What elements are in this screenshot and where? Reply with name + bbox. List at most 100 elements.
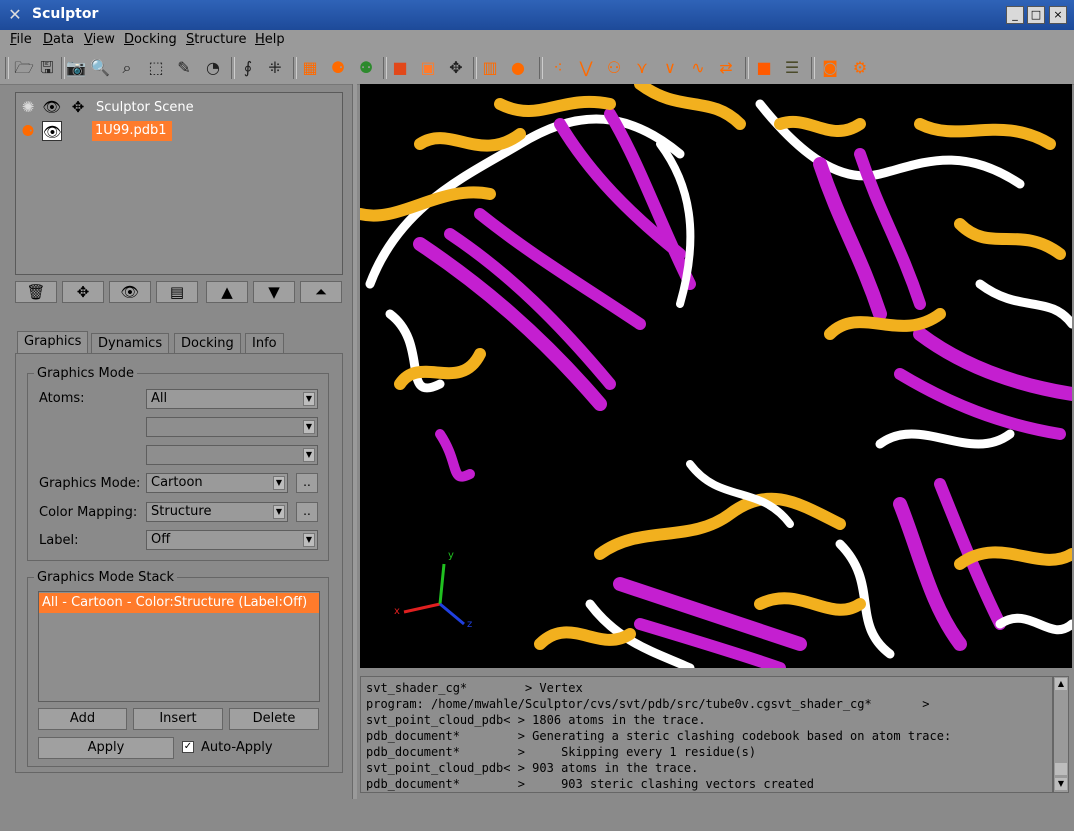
gear-icon[interactable]: ⚙ [849,57,871,79]
delete-node-button[interactable]: 🗑 [15,281,57,303]
graphics-mode-stack-list[interactable]: All - Cartoon - Color:Structure (Label:O… [38,591,320,702]
zoom-in-icon[interactable]: 🔍 [89,57,111,79]
toolbar-separator [383,57,387,79]
scene-spinner-icon[interactable]: ✺ [18,97,38,117]
wave-icon[interactable]: ∿ [687,57,709,79]
add-button[interactable]: Add [38,708,127,730]
atoms-value: All [151,391,168,406]
chevron-down-icon: ▼ [273,476,285,490]
move-icon[interactable]: ✥ [68,97,88,117]
box-icon[interactable]: ⬚ [145,57,167,79]
triangle-top-icon: ⏶ [314,283,327,301]
menu-data[interactable]: Data [43,32,74,47]
zoom-fit-icon[interactable]: ⌕ [116,57,138,79]
open-icon[interactable]: 🗁 [13,57,35,79]
extra-select-2[interactable]: ▼ [146,445,318,465]
splitter[interactable] [352,84,357,799]
list-item[interactable]: All - Cartoon - Color:Structure (Label:O… [39,593,319,613]
chevron-down-icon: ▼ [303,533,315,547]
cube-red-icon[interactable]: ■ [389,57,411,79]
scroll-thumb[interactable] [1055,763,1067,775]
tab-docking[interactable]: Docking [174,333,241,353]
scroll-up-icon[interactable]: ▲ [1055,678,1067,690]
clock-icon[interactable]: ◔ [202,57,224,79]
atoms-label: Atoms: [39,391,85,406]
tab-graphics[interactable]: Graphics [17,331,89,354]
eye-icon[interactable]: 👁 [42,121,62,141]
save-icon[interactable]: 🖫 [36,57,58,79]
atoms-select[interactable]: All ▼ [146,389,318,409]
label-select[interactable]: Off ▼ [146,530,318,550]
tree-icon[interactable]: ⋎ [631,57,653,79]
menu-help[interactable]: Help [255,32,285,47]
maximize-button[interactable]: □ [1027,6,1045,24]
menu-structure[interactable]: Structure [186,32,247,47]
sphere-icon[interactable]: ● [507,57,529,79]
graphics-mode-select[interactable]: Cartoon ▼ [146,473,288,493]
grid-icon[interactable]: ⁜ [264,57,286,79]
move-icon[interactable]: ✥ [445,57,467,79]
tree-node-1u99[interactable]: 1U99.pdb1 [92,121,172,141]
toolbar-separator [5,57,9,79]
3d-viewport[interactable]: x y z [360,84,1072,668]
molecule-icon[interactable]: ⚈ [327,57,349,79]
points-icon[interactable]: ⁖ [547,57,569,79]
console-line: svt_shader_cg* > Vertex [366,681,583,695]
scroll-down-icon[interactable]: ▼ [1055,778,1067,790]
vbar-icon[interactable]: ∨ [659,57,681,79]
move-node-button[interactable]: ✥ [62,281,104,303]
extra-select-1[interactable]: ▼ [146,417,318,437]
molecule-icon[interactable]: ⚈ [18,121,38,141]
delete-button[interactable]: Delete [229,708,319,730]
axis-z-label: z [467,619,473,630]
graphics-mode-options-button[interactable]: .. [296,473,318,493]
beads-icon[interactable]: ⚇ [603,57,625,79]
tab-info[interactable]: Info [245,333,284,353]
atoms-grid-icon[interactable]: ▦ [299,57,321,79]
graphics-mode-label: Graphics Mode: [39,476,141,491]
vchain-icon[interactable]: ⋁ [575,57,597,79]
apply-button[interactable]: Apply [38,737,174,759]
swap-icon[interactable]: ⇄ [715,57,737,79]
move-up-button[interactable]: ▲ [206,281,248,303]
menu-docking[interactable]: Docking [124,32,177,47]
status-bar [0,800,1074,831]
tab-dynamics[interactable]: Dynamics [91,333,170,353]
label-value: Off [151,532,171,547]
auto-apply-checkbox[interactable]: ✓ [182,741,194,753]
toolbar-separator [811,57,815,79]
color-mapping-select[interactable]: Structure ▼ [146,502,288,522]
move-down-button[interactable]: ▼ [253,281,295,303]
window-title: Sculptor [32,6,99,22]
menu-bar: File Data View Docking Structure Help [0,30,1074,52]
color-mapping-label: Color Mapping: [39,505,138,520]
color-mapping-options-button[interactable]: .. [296,502,318,522]
molecule-render [360,84,1072,668]
close-button[interactable]: × [1049,6,1067,24]
pen-icon[interactable]: ✎ [173,57,195,79]
console-output[interactable]: svt_shader_cg* > Vertex program: /home/m… [360,676,1053,793]
eye-icon[interactable]: 👁 [42,97,62,117]
stack-icon[interactable]: ☰ [781,57,803,79]
square-orange-icon[interactable]: ■ [753,57,775,79]
toolbar-separator [745,57,749,79]
insert-button[interactable]: Insert [133,708,223,730]
toggle-visibility-button[interactable]: 👁 [109,281,151,303]
scene-root-label[interactable]: Sculptor Scene [96,100,194,115]
properties-button[interactable]: ▤ [156,281,198,303]
move-top-button[interactable]: ⏶ [300,281,342,303]
auto-apply-label: Auto-Apply [201,740,273,755]
target-icon[interactable]: ◙ [819,57,841,79]
console-scrollbar[interactable]: ▲ ▼ [1053,676,1069,793]
cube-orange-icon[interactable]: ▣ [417,57,439,79]
camera-icon[interactable]: 📷 [65,57,87,79]
menu-file[interactable]: File [10,32,32,47]
molecule-green-icon[interactable]: ⚉ [355,57,377,79]
console-line: pdb_document* > Skipping every 1 residue… [366,745,757,759]
menu-view[interactable]: View [84,32,115,47]
helix-icon[interactable]: ∮ [237,57,259,79]
trash-icon: 🗑 [26,283,46,301]
piano-icon[interactable]: ▥ [479,57,501,79]
minimize-button[interactable]: _ [1006,6,1024,24]
chevron-down-icon: ▼ [273,505,285,519]
